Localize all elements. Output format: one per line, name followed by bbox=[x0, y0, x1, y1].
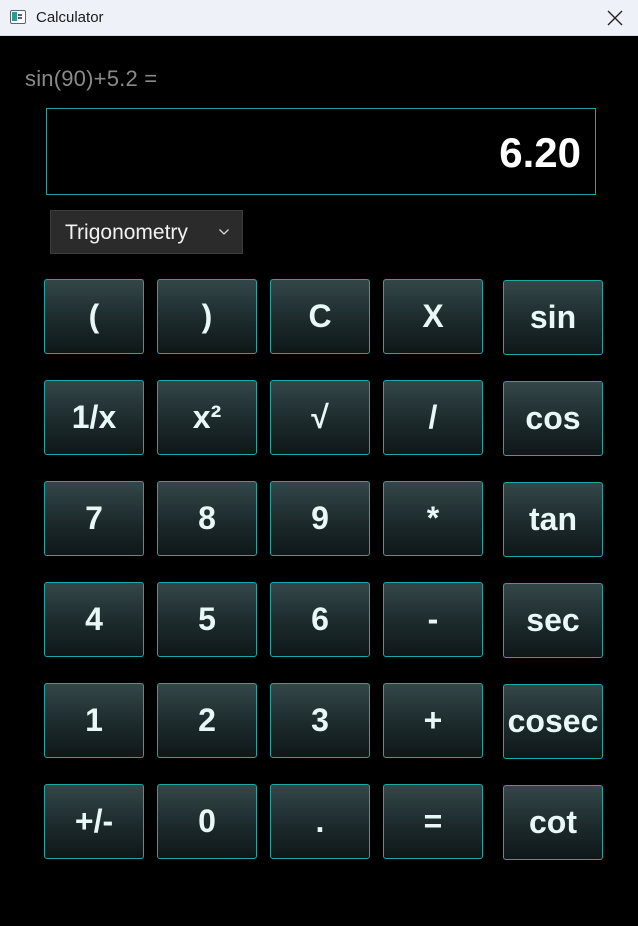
result-value: 6.20 bbox=[499, 129, 581, 176]
digit-5-button[interactable]: 5 bbox=[157, 582, 257, 657]
cosec-button[interactable]: cosec bbox=[503, 684, 603, 759]
reciprocal-button[interactable]: 1/x bbox=[44, 380, 144, 455]
square-button[interactable]: x² bbox=[157, 380, 257, 455]
digit-8-button[interactable]: 8 bbox=[157, 481, 257, 556]
equals-button[interactable]: = bbox=[383, 784, 483, 859]
digit-3-button[interactable]: 3 bbox=[270, 683, 370, 758]
close-button[interactable] bbox=[592, 0, 638, 36]
digit-6-button[interactable]: 6 bbox=[270, 582, 370, 657]
calculator-app-icon bbox=[10, 10, 26, 24]
add-button[interactable]: + bbox=[383, 683, 483, 758]
multiply-button[interactable]: * bbox=[383, 481, 483, 556]
digit-4-button[interactable]: 4 bbox=[44, 582, 144, 657]
backspace-button[interactable]: X bbox=[383, 279, 483, 354]
digit-1-button[interactable]: 1 bbox=[44, 683, 144, 758]
divide-button[interactable]: / bbox=[383, 380, 483, 455]
square-root-button[interactable]: √ bbox=[270, 380, 370, 455]
result-display: 6.20 bbox=[46, 108, 596, 195]
chevron-down-icon bbox=[219, 229, 229, 235]
sin-button[interactable]: sin bbox=[503, 280, 603, 355]
close-paren-button[interactable]: ) bbox=[157, 279, 257, 354]
expression-history: sin(90)+5.2 = bbox=[25, 66, 158, 91]
close-icon bbox=[607, 10, 623, 26]
digit-0-button[interactable]: 0 bbox=[157, 784, 257, 859]
title-bar: Calculator bbox=[0, 0, 638, 36]
digit-7-button[interactable]: 7 bbox=[44, 481, 144, 556]
subtract-button[interactable]: - bbox=[383, 582, 483, 657]
mode-selected-label: Trigonometry bbox=[65, 221, 188, 244]
open-paren-button[interactable]: ( bbox=[44, 279, 144, 354]
decimal-point-button[interactable]: . bbox=[270, 784, 370, 859]
clear-button[interactable]: C bbox=[270, 279, 370, 354]
window-title: Calculator bbox=[36, 9, 104, 26]
digit-9-button[interactable]: 9 bbox=[270, 481, 370, 556]
cot-button[interactable]: cot bbox=[503, 785, 603, 860]
sec-button[interactable]: sec bbox=[503, 583, 603, 658]
tan-button[interactable]: tan bbox=[503, 482, 603, 557]
cos-button[interactable]: cos bbox=[503, 381, 603, 456]
digit-2-button[interactable]: 2 bbox=[157, 683, 257, 758]
negate-button[interactable]: +/- bbox=[44, 784, 144, 859]
mode-dropdown[interactable]: Trigonometry bbox=[50, 210, 243, 254]
